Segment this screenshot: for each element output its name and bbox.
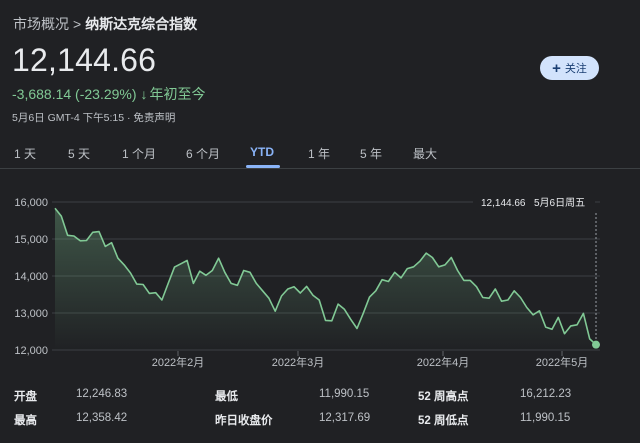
time-range-tabs: 1 天 5 天 1 个月 6 个月 YTD 1 年 5 年 最大 [0,145,640,168]
prev-close-value: 12,317.69 [319,412,371,424]
change-period: 年初至今 [149,86,206,102]
y-tick-label: 12,000 [14,345,48,357]
52wk-high-label: 52 周高点 [418,391,469,403]
y-tick-label: 15,000 [14,234,48,246]
high-label: 最高 [14,415,37,427]
follow-button-label: 关注 [564,63,587,75]
low-value: 11,990.15 [319,388,370,400]
breadcrumb: 市场概况 > 纳斯达克综合指数 [13,14,197,34]
range-tab-max[interactable]: 最大 [413,145,437,162]
quote-meta: 5月6日 GMT-4 下午5:15 · 免责声明 [12,112,176,124]
y-tick-label: 16,000 [14,197,48,209]
chart-tooltip: 12,144.66 5月6日周五 [473,192,595,212]
breadcrumb-parent-link[interactable]: 市场概况 [13,16,69,32]
range-tab-5d[interactable]: 5 天 [68,145,90,162]
prev-close-label: 昨日收盘价 [215,415,273,427]
open-label: 开盘 [14,391,37,403]
52wk-high-value: 16,212.23 [520,388,572,400]
price-area-fill [55,208,596,350]
x-tick-label: 2022年4月 [417,355,470,369]
y-axis: 16,000 15,000 14,000 13,000 12,000 [14,197,48,357]
range-tab-1y[interactable]: 1 年 [308,145,330,162]
arrow-down-icon: ↓ [140,86,148,102]
52wk-low-label: 52 周低点 [418,415,469,427]
x-tick-label: 2022年3月 [272,355,325,369]
y-tick-label: 13,000 [14,308,48,320]
low-label: 最低 [215,391,238,403]
high-value: 12,358.42 [76,412,128,424]
range-tab-ytd[interactable]: YTD [250,145,274,159]
x-axis: 2022年2月 2022年3月 2022年4月 2022年5月 [152,351,589,369]
range-tab-1d[interactable]: 1 天 [14,145,36,162]
breadcrumb-current: 纳斯达克综合指数 [85,16,198,32]
tooltip-date: 5月6日周五 [534,197,585,209]
plus-icon: + [552,59,561,77]
range-tab-6m[interactable]: 6 个月 [186,145,220,162]
last-price-point [592,340,600,349]
tabs-divider [0,168,640,169]
current-price: 12,144.66 [12,42,157,78]
breadcrumb-separator: > [73,16,82,32]
range-tab-5y[interactable]: 5 年 [360,145,382,162]
follow-button[interactable]: + 关注 [540,56,599,80]
open-value: 12,246.83 [76,388,128,400]
52wk-low-value: 11,990.15 [520,412,571,424]
price-change: -3,688.14 (-23.29%) ↓ 年初至今 [12,84,206,104]
y-tick-label: 14,000 [14,271,48,283]
price-chart[interactable]: 16,00015,00014,00013,00012,000 2022年2月 20… [0,180,640,380]
x-tick-label: 2022年5月 [536,355,589,369]
x-tick-label: 2022年2月 [152,355,205,369]
tooltip-value: 12,144.66 [481,198,526,209]
range-tab-1m[interactable]: 1 个月 [122,145,156,162]
change-value: -3,688.14 (-23.29%) [12,86,137,102]
